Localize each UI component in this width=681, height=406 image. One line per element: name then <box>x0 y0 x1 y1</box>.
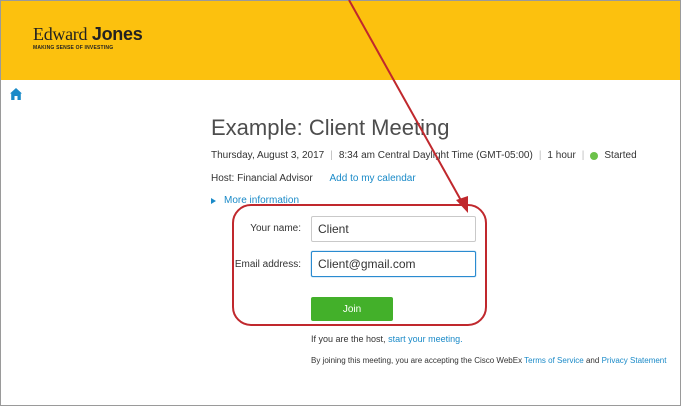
host-label: Host: Financial Advisor <box>211 173 313 184</box>
separator: | <box>538 150 542 161</box>
home-icon[interactable] <box>9 87 23 101</box>
more-information-link[interactable]: More information <box>224 195 299 206</box>
terms-of-service-link[interactable]: Terms of Service <box>524 356 584 365</box>
email-input[interactable] <box>311 251 476 277</box>
privacy-statement-link[interactable]: Privacy Statement <box>602 356 667 365</box>
add-to-calendar-link[interactable]: Add to my calendar <box>330 173 416 184</box>
separator: | <box>330 150 333 161</box>
meeting-details: Thursday, August 3, 2017 | 8:34 am Centr… <box>211 150 637 161</box>
status-dot-icon <box>590 151 599 160</box>
site-header: Edward Jones MAKING SENSE OF INVESTING <box>1 1 680 80</box>
start-meeting-link[interactable]: start your meeting. <box>388 334 463 344</box>
terms-note: By joining this meeting, you are accepti… <box>311 356 666 365</box>
meeting-status: Started <box>604 150 637 161</box>
meeting-date: Thursday, August 3, 2017 <box>211 150 325 161</box>
terms-and-text: and <box>585 356 600 365</box>
host-row: Host: Financial Advisor Add to my calend… <box>211 173 416 184</box>
name-label: Your name: <box>250 223 301 234</box>
more-information-toggle[interactable]: More information <box>211 195 299 206</box>
expand-triangle-icon <box>211 197 216 204</box>
meeting-time: 8:34 am Central Daylight Time (GMT-05:00… <box>338 150 533 161</box>
edward-jones-logo[interactable]: Edward Jones MAKING SENSE OF INVESTING <box>33 24 143 51</box>
terms-text: By joining this meeting, you are accepti… <box>311 356 523 365</box>
host-note-text: If you are the host, <box>311 334 386 344</box>
meeting-duration: 1 hour <box>547 150 576 161</box>
logo-tagline: MAKING SENSE OF INVESTING <box>33 45 114 51</box>
join-button[interactable]: Join <box>311 297 393 321</box>
logo-word-jones: Jones <box>91 24 143 44</box>
name-input[interactable] <box>311 216 476 242</box>
separator: | <box>581 150 585 161</box>
meeting-title: Example: Client Meeting <box>211 115 450 140</box>
email-label: Email address: <box>234 259 301 270</box>
logo-word-edward: Edward <box>33 24 88 44</box>
host-note: If you are the host, start your meeting. <box>311 334 463 344</box>
